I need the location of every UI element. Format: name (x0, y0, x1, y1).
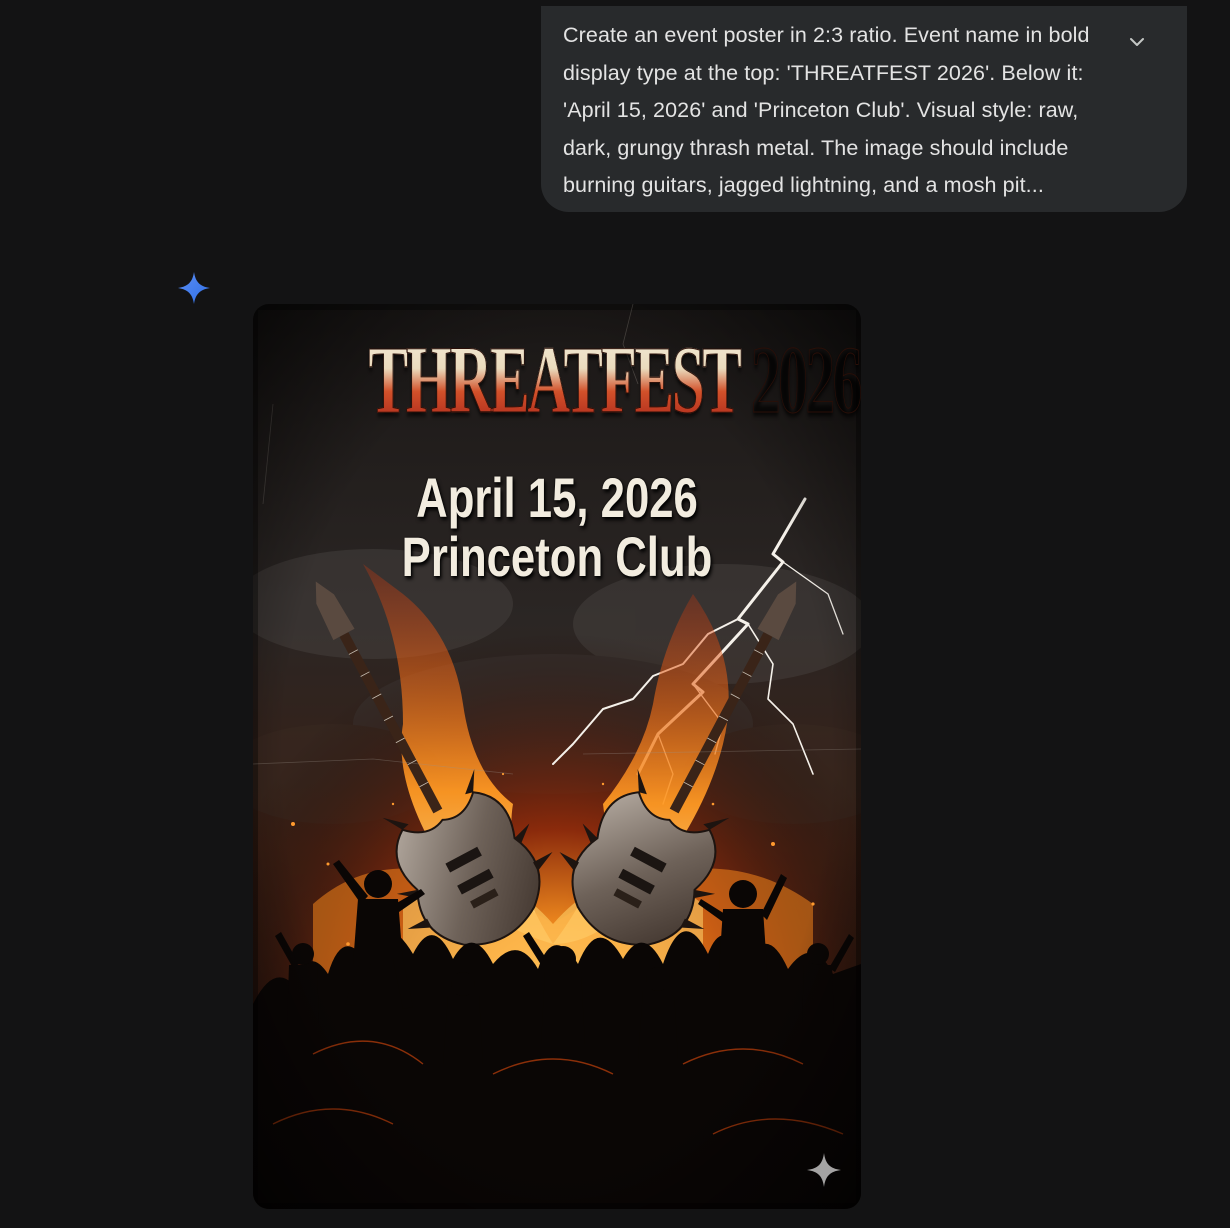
user-prompt-bubble: Create an event poster in 2:3 ratio. Eve… (541, 6, 1187, 212)
poster-venue: Princeton Club (401, 525, 713, 588)
sparkle-watermark-icon (807, 1153, 841, 1187)
user-prompt-text: Create an event poster in 2:3 ratio. Eve… (563, 23, 1090, 197)
expand-prompt-button[interactable] (1119, 24, 1155, 60)
poster-date: April 15, 2026 (416, 466, 698, 529)
chevron-down-icon (1130, 38, 1144, 46)
generated-poster-image[interactable]: THREATFEST 2026 THREATFEST 2026 April 15… (253, 304, 861, 1209)
sparkle-icon (178, 272, 210, 304)
poster-title: THREATFEST 2026 (368, 326, 861, 433)
poster-artwork (253, 304, 861, 1209)
